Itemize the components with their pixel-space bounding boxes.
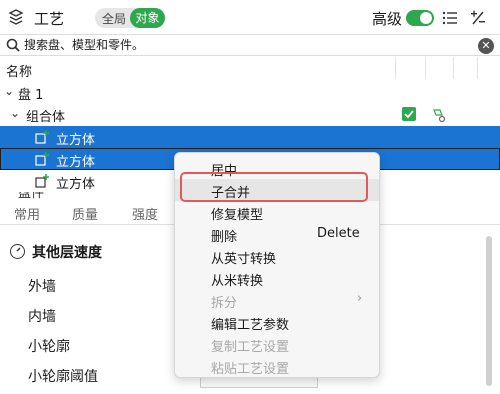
search-icon bbox=[6, 38, 20, 52]
menu-item-delete[interactable]: 删除 Delete bbox=[175, 223, 379, 245]
menu-item-convert-from-inch[interactable]: 从英寸转换 bbox=[175, 245, 379, 267]
scrollbar[interactable] bbox=[486, 236, 492, 386]
chevron-down-icon[interactable]: ⌄ bbox=[10, 106, 20, 120]
tab-quality[interactable]: 质量 bbox=[72, 204, 98, 223]
plate-label: 盘 1 bbox=[18, 88, 44, 103]
search-input[interactable] bbox=[24, 36, 464, 54]
prop-small-perimeter: 小轮廓 bbox=[28, 339, 70, 355]
menu-item-repair-model[interactable]: 修复模型 bbox=[175, 201, 379, 223]
delete-shortcut: Delete bbox=[317, 226, 360, 241]
panel-title: 工艺 bbox=[34, 10, 65, 28]
column-divider bbox=[477, 57, 478, 79]
clear-search-icon[interactable]: ✕ bbox=[478, 38, 494, 54]
cube-icon bbox=[35, 130, 49, 144]
menu-item-edit-process-params[interactable]: 编辑工艺参数 bbox=[175, 311, 379, 333]
tree-header: 名称 bbox=[0, 57, 500, 80]
highlight-annotation-box bbox=[180, 172, 368, 202]
tree-row-cube[interactable]: 立方体 bbox=[0, 126, 500, 148]
advanced-label: 高级 bbox=[372, 10, 403, 28]
advanced-switch[interactable] bbox=[406, 10, 434, 26]
tab-common[interactable]: 常用 bbox=[14, 204, 40, 223]
process-panel-header: 工艺 全局 对象 高级 bbox=[0, 0, 500, 34]
tree-row-group[interactable]: ⌄ 组合体 bbox=[0, 103, 500, 125]
column-divider bbox=[425, 57, 426, 79]
prop-inner-wall: 内墙 bbox=[28, 309, 56, 325]
column-divider bbox=[395, 57, 396, 79]
tree-row-plate[interactable]: ⌄ 盘 1 bbox=[0, 81, 500, 103]
paint-icon[interactable] bbox=[432, 107, 448, 123]
column-divider bbox=[453, 57, 454, 79]
list-icon[interactable] bbox=[442, 10, 458, 26]
tab-strength[interactable]: 强度 bbox=[132, 204, 158, 223]
menu-item-convert-from-meter[interactable]: 从米转换 bbox=[175, 267, 379, 289]
chevron-down-icon[interactable]: ⌄ bbox=[4, 84, 14, 98]
process-icon bbox=[8, 9, 24, 25]
group-label: 组合体 bbox=[26, 110, 66, 125]
search-bar: ✕ bbox=[0, 34, 500, 56]
menu-item-paste-process-settings: 粘贴工艺设置 bbox=[211, 362, 290, 377]
scope-global-option[interactable]: 全局 bbox=[102, 10, 126, 27]
visible-checkbox[interactable] bbox=[402, 107, 416, 121]
cube-label: 立方体 bbox=[56, 133, 96, 148]
chevron-right-icon: › bbox=[357, 291, 363, 306]
speed-gauge-icon bbox=[10, 244, 25, 259]
menu-item-copy-process-settings: 复制工艺设置 bbox=[211, 340, 290, 355]
section-title: 其他层速度 bbox=[32, 245, 102, 261]
column-name: 名称 bbox=[6, 65, 33, 80]
cube-icon bbox=[35, 152, 49, 166]
prop-small-perimeter-threshold: 小轮廓阈值 bbox=[28, 369, 98, 385]
prop-outer-wall: 外墙 bbox=[28, 279, 56, 295]
percent-settings-icon[interactable] bbox=[470, 10, 486, 26]
cube-label: 立方体 bbox=[56, 177, 96, 192]
scope-object-option[interactable]: 对象 bbox=[130, 8, 165, 28]
partial-row-label: 盘件 bbox=[18, 192, 45, 200]
scope-toggle[interactable]: 全局 对象 bbox=[95, 8, 165, 28]
cube-icon bbox=[35, 174, 49, 188]
cube-label: 立方体 bbox=[56, 155, 96, 170]
menu-item-split: 拆分 › bbox=[211, 291, 363, 311]
